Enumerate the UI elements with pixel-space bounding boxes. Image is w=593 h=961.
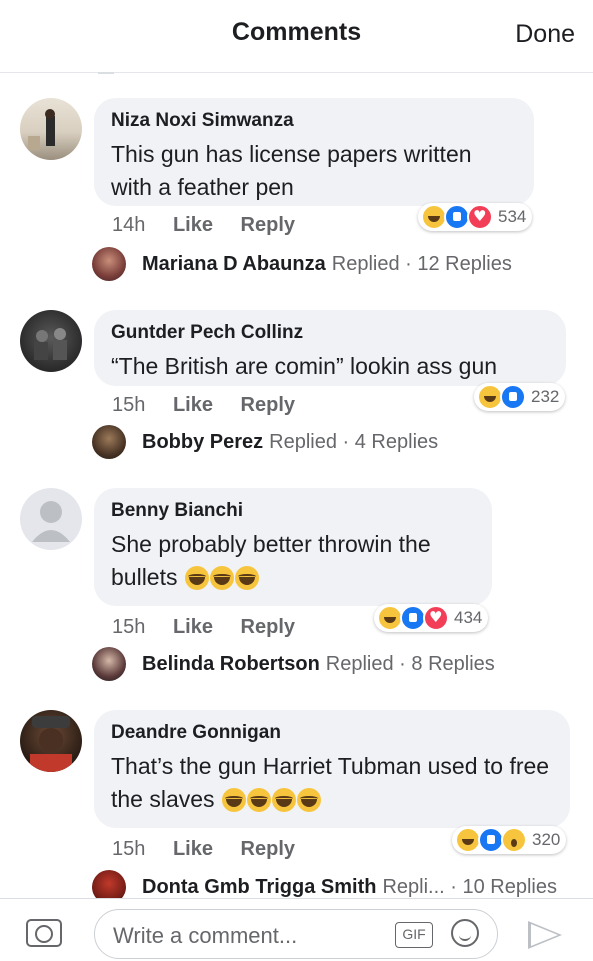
reply-count: Replied · 12 Replies (331, 252, 512, 275)
avatar[interactable] (20, 310, 82, 372)
comment-text: “The British are comin” lookin ass gun (111, 353, 498, 379)
comment-bubble[interactable]: Niza Noxi Simwanza This gun has license … (94, 98, 534, 206)
comment-text: She probably better throwin the bullets (111, 528, 474, 595)
love-reaction-icon (423, 605, 449, 631)
comment-time[interactable]: 14h (112, 214, 145, 236)
like-button[interactable]: Like (173, 394, 213, 416)
comment-text-body: That’s the gun Harriet Tubman used to fr… (111, 753, 550, 812)
reply-avatar (92, 647, 126, 681)
comment-time[interactable]: 15h (112, 394, 145, 416)
like-button[interactable]: Like (173, 838, 213, 860)
comment-actions: 15h Like Reply (112, 394, 317, 417)
avatar[interactable] (20, 488, 82, 550)
reaction-count: 320 (532, 830, 561, 849)
reaction-count: 434 (454, 608, 483, 627)
comment-actions: 15h Like Reply (112, 838, 317, 861)
avatar-photo-icon (34, 328, 67, 360)
comment-text-body: She probably better throwin the bullets (111, 531, 431, 590)
comment-author[interactable]: Deandre Gonnigan (111, 722, 552, 744)
reply-button[interactable]: Reply (241, 394, 295, 416)
reaction-summary[interactable]: 434 (374, 604, 489, 632)
love-reaction-icon (467, 204, 493, 230)
laughing-emoji-icon (271, 788, 296, 813)
wow-reaction-icon (501, 827, 527, 853)
reply-button[interactable]: Reply (241, 838, 295, 860)
laughing-emoji-icon (246, 788, 271, 813)
reply-author: Mariana D Abaunza (142, 252, 326, 275)
comment-time[interactable]: 15h (112, 616, 145, 638)
done-button[interactable]: Done (515, 20, 575, 49)
reply-button[interactable]: Reply (241, 616, 295, 638)
comment-text: That’s the gun Harriet Tubman used to fr… (111, 750, 552, 817)
comment-input-container[interactable]: Write a comment... GIF (94, 909, 498, 959)
comment-bubble[interactable]: Deandre Gonnigan That’s the gun Harriet … (94, 710, 570, 828)
reaction-summary[interactable]: 320 (452, 826, 567, 854)
laughing-emoji-icon (296, 788, 321, 813)
reply-count: Repli... · 10 Replies (382, 875, 557, 898)
avatar-photo-icon (30, 716, 72, 772)
camera-icon[interactable] (26, 919, 62, 947)
reply-count: Replied · 4 Replies (269, 430, 439, 453)
comment-author[interactable]: Niza Noxi Simwanza (111, 110, 516, 132)
comment-author[interactable]: Guntder Pech Collinz (111, 322, 548, 344)
laughing-emojis (184, 562, 259, 595)
like-button[interactable]: Like (173, 214, 213, 236)
emoji-icon[interactable] (451, 919, 479, 947)
reply-author: Donta Gmb Trigga Smith (142, 875, 377, 898)
comment-bubble[interactable]: Benny Bianchi She probably better throwi… (94, 488, 492, 606)
laughing-emoji-icon (184, 566, 209, 591)
like-reaction-icon (500, 384, 526, 410)
reaction-count: 232 (531, 387, 560, 406)
laughing-emoji-icon (234, 566, 259, 591)
comment-actions: 14h Like Reply (112, 214, 317, 237)
divider (98, 72, 114, 74)
avatar-photo-icon (28, 109, 55, 150)
avatar[interactable] (20, 98, 82, 160)
send-icon[interactable] (528, 921, 562, 949)
replies-link[interactable]: Belinda Robertson Replied · 8 Replies (92, 644, 495, 684)
comments-header: Comments Done (0, 0, 593, 73)
comment-time[interactable]: 15h (112, 838, 145, 860)
reply-button[interactable]: Reply (241, 214, 295, 236)
reply-author: Bobby Perez (142, 430, 264, 453)
comment-author[interactable]: Benny Bianchi (111, 500, 474, 522)
reply-avatar (92, 247, 126, 281)
comment-input[interactable]: Write a comment... (113, 923, 297, 949)
laughing-emoji-icon (221, 788, 246, 813)
reply-avatar (92, 425, 126, 459)
reply-author: Belinda Robertson (142, 652, 320, 675)
avatar[interactable] (20, 710, 82, 772)
laughing-emojis (221, 784, 321, 817)
like-button[interactable]: Like (173, 616, 213, 638)
reply-count: Replied · 8 Replies (325, 652, 495, 675)
laughing-emoji-icon (209, 566, 234, 591)
reaction-count: 534 (498, 207, 527, 226)
comment-bubble[interactable]: Guntder Pech Collinz “The British are co… (94, 310, 566, 386)
replies-link[interactable]: Mariana D Abaunza Replied · 12 Replies (92, 244, 512, 284)
comment-actions: 15h Like Reply (112, 616, 317, 639)
default-profile-icon (32, 501, 70, 542)
comment-composer: Write a comment... GIF (0, 898, 593, 961)
reaction-summary[interactable]: 232 (474, 383, 566, 411)
replies-link[interactable]: Bobby Perez Replied · 4 Replies (92, 422, 438, 462)
comment-text: This gun has license papers written with… (111, 141, 472, 200)
gif-icon[interactable]: GIF (395, 922, 433, 948)
header-title: Comments (231, 18, 362, 46)
reaction-summary[interactable]: 534 (418, 203, 533, 231)
